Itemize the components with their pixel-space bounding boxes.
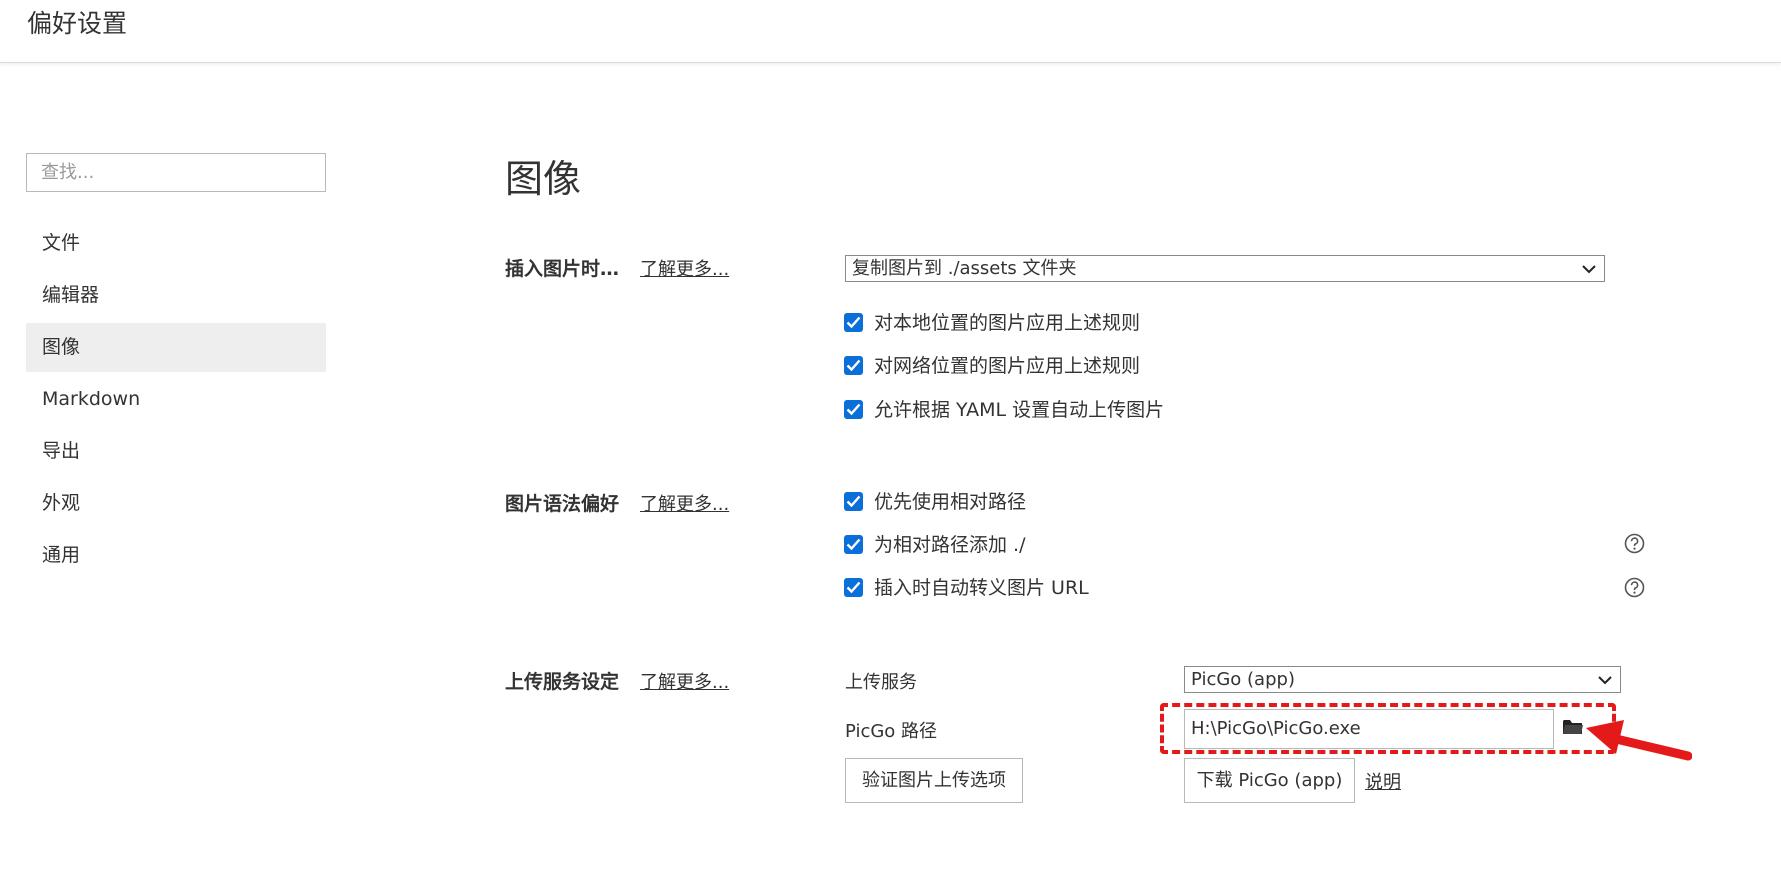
checkbox-label: 对本地位置的图片应用上述规则 (874, 312, 1141, 334)
download-picgo-button[interactable]: 下载 PicGo (app) (1184, 758, 1355, 803)
sidebar-item-general[interactable]: 通用 (26, 531, 326, 580)
annotation-arrow-icon (1586, 720, 1692, 761)
chevron-down-icon (1582, 265, 1596, 274)
page-title: 图像 (505, 157, 582, 201)
help-icon[interactable] (1624, 533, 1645, 554)
help-icon[interactable] (1624, 577, 1645, 598)
checkbox-network-images[interactable] (844, 356, 863, 375)
checkbox-relative-path[interactable] (844, 492, 863, 511)
search-input[interactable] (26, 153, 326, 192)
sidebar-item-export[interactable]: 导出 (26, 427, 326, 476)
checkbox-escape-url[interactable] (844, 578, 863, 597)
picgo-path-label: PicGo 路径 (845, 721, 938, 742)
checkbox-local-images[interactable] (844, 313, 863, 332)
upload-section-label: 上传服务设定 (505, 671, 620, 693)
syntax-learn-more-link[interactable]: 了解更多... (640, 490, 729, 516)
insert-learn-more-link[interactable]: 了解更多... (640, 255, 729, 281)
picgo-path-input[interactable]: H:\PicGo\PicGo.exe (1184, 709, 1554, 749)
explain-link[interactable]: 说明 (1365, 768, 1401, 794)
sidebar-item-image[interactable]: 图像 (26, 323, 326, 372)
insert-action-select[interactable]: 复制图片到 ./assets 文件夹 (845, 255, 1605, 282)
upload-service-select[interactable]: PicGo (app) (1184, 666, 1621, 693)
chevron-down-icon (1598, 676, 1612, 685)
upload-learn-more-link[interactable]: 了解更多... (640, 668, 729, 694)
window-title: 偏好设置 (27, 9, 128, 38)
sidebar-item-appearance[interactable]: 外观 (26, 479, 326, 528)
title-bar: 偏好设置 (0, 0, 1781, 63)
upload-service-value: PicGo (app) (1191, 669, 1295, 690)
checkbox-label: 对网络位置的图片应用上述规则 (874, 355, 1141, 377)
insert-section-label: 插入图片时… (505, 258, 620, 280)
checkbox-label: 允许根据 YAML 设置自动上传图片 (874, 399, 1165, 421)
upload-service-label: 上传服务 (845, 672, 917, 693)
sidebar-item-file[interactable]: 文件 (26, 219, 326, 268)
checkbox-yaml-upload[interactable] (844, 400, 863, 419)
checkbox-label: 优先使用相对路径 (874, 491, 1027, 513)
insert-action-value: 复制图片到 ./assets 文件夹 (852, 258, 1077, 279)
sidebar-nav: 文件 编辑器 图像 Markdown 导出 外观 通用 (26, 219, 326, 583)
syntax-section-label: 图片语法偏好 (505, 493, 620, 515)
verify-upload-button[interactable]: 验证图片上传选项 (845, 758, 1023, 803)
sidebar-item-markdown[interactable]: Markdown (26, 375, 326, 424)
sidebar-item-editor[interactable]: 编辑器 (26, 271, 326, 320)
checkbox-dot-slash[interactable] (844, 535, 863, 554)
checkbox-label: 为相对路径添加 ./ (874, 534, 1026, 556)
checkbox-label: 插入时自动转义图片 URL (874, 577, 1089, 599)
